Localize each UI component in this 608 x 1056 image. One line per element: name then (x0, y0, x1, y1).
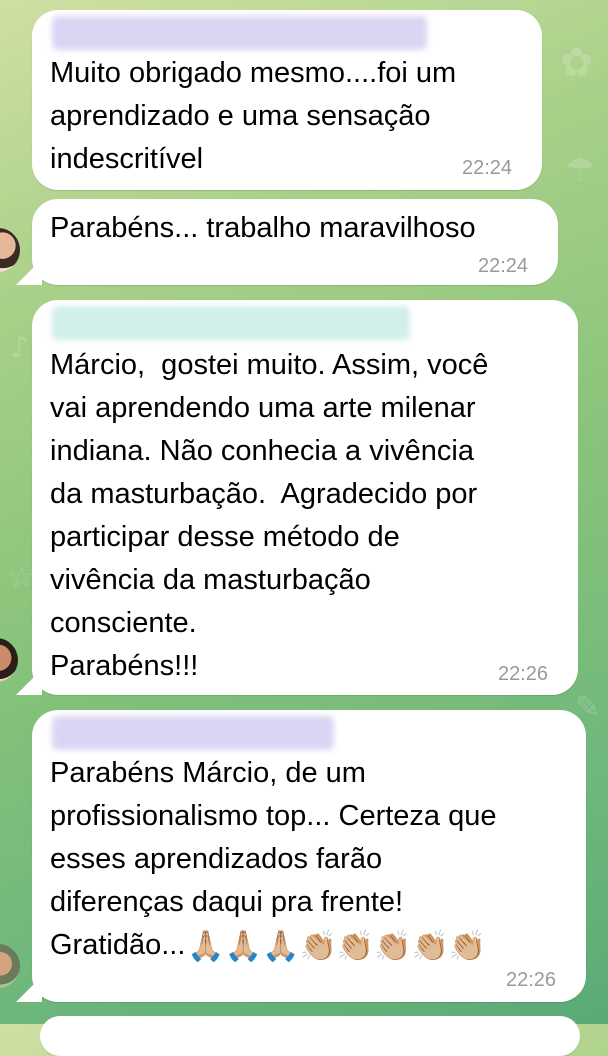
message-text-last-line: Gratidão... (50, 929, 186, 961)
sender-name-redacted (52, 306, 410, 340)
emoji-reactions: 🙏🏼🙏🏼🙏🏼👏🏼👏🏼👏🏼👏🏼👏🏼 (187, 929, 487, 964)
message-timestamp: 22:26 (506, 969, 557, 991)
message-text: Parabéns... trabalho maravilhoso (50, 212, 476, 244)
message-timestamp: 22:24 (462, 157, 513, 179)
message-bubble-partial[interactable] (40, 1016, 580, 1056)
sender-name-redacted (52, 716, 334, 750)
wallpaper-doodle: ✿ (560, 40, 594, 86)
sender-name-redacted (52, 16, 427, 50)
message-timestamp: 22:26 (498, 663, 549, 685)
message-text: Márcio, gostei muito. Assim, você vai ap… (50, 349, 489, 682)
sender-avatar[interactable] (0, 228, 20, 272)
message-text: Muito obrigado mesmo....foi um aprendiza… (50, 57, 457, 175)
wallpaper-doodle: ♪ (10, 330, 30, 365)
message-text: Parabéns Márcio, de um profissionalismo … (50, 752, 497, 967)
message-timestamp: 22:24 (478, 255, 529, 277)
bubble-tail (16, 669, 42, 695)
wallpaper-doodle: ☆ (8, 560, 35, 595)
message-text-body: Parabéns Márcio, de um profissionalismo … (50, 757, 497, 918)
sender-avatar[interactable] (0, 944, 20, 988)
wallpaper-doodle: ☂ (565, 150, 596, 190)
sender-avatar[interactable] (0, 638, 18, 682)
bubble-tail (16, 976, 42, 1002)
